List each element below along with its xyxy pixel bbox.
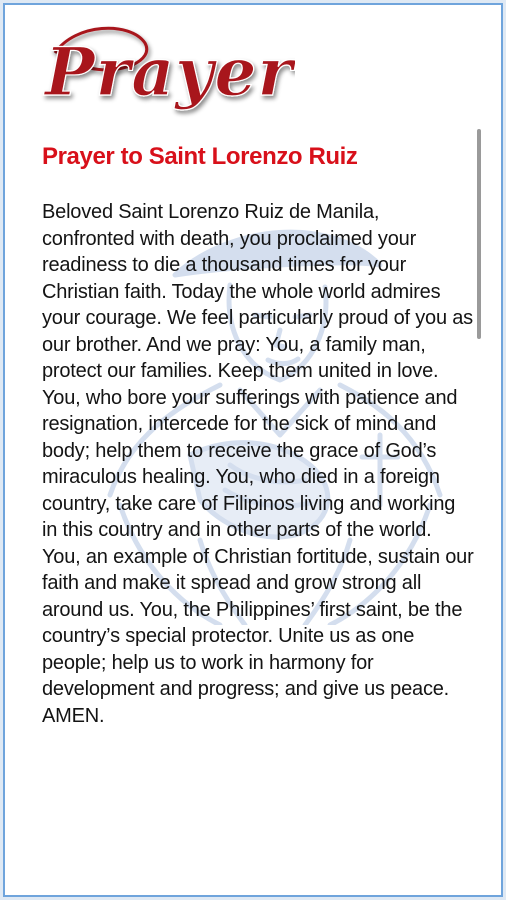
svg-text:Prayer: Prayer	[43, 33, 295, 111]
app-frame: Prayer Prayer to Saint Lorenzo Ruiz Belo…	[3, 3, 503, 897]
prayer-title: Prayer to Saint Lorenzo Ruiz	[42, 143, 358, 170]
prayer-logo: Prayer	[42, 26, 295, 112]
prayer-body-text: Beloved Saint Lorenzo Ruiz de Manila, co…	[42, 201, 474, 727]
scrollbar[interactable]	[477, 129, 481, 339]
